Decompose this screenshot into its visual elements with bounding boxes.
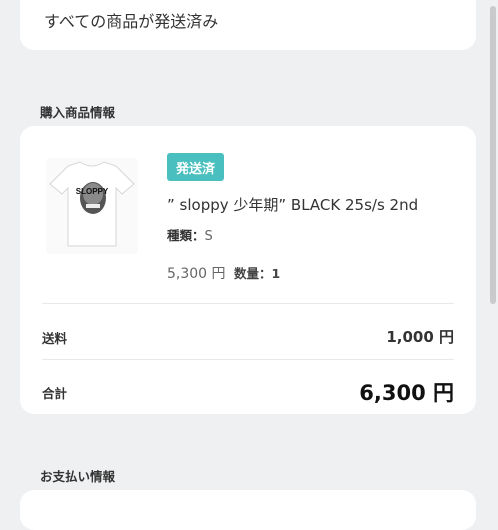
purchase-card: SLOPPY 発送済 ” sloppy 少年期” BLACK 25s/s 2nd… (20, 126, 476, 414)
product-thumbnail[interactable]: SLOPPY (46, 158, 138, 254)
divider (42, 303, 454, 304)
price-quantity: 5,300 円 数量：1 (167, 263, 280, 283)
unit-price: 5,300 円 (167, 266, 226, 282)
quantity: 数量：1 (233, 266, 281, 281)
total-label: 合計 (42, 386, 68, 401)
product-name[interactable]: ” sloppy 少年期” BLACK 25s/s 2nd (167, 194, 418, 215)
tshirt-image-icon: SLOPPY (49, 161, 135, 247)
variant-key: 種類： (167, 228, 205, 243)
variant-value: S (204, 229, 213, 244)
payment-card (20, 490, 476, 530)
purchase-info-heading: 購入商品情報 (40, 105, 116, 120)
shipping-fee-label: 送料 (42, 331, 68, 346)
status-card: すべての商品が発送済み (20, 0, 476, 50)
shipped-badge: 発送済 (167, 153, 224, 181)
thumbnail-print-text: SLOPPY (76, 187, 109, 196)
payment-info-heading: お支払い情報 (40, 469, 116, 484)
total-value: 6,300 円 (359, 381, 454, 405)
scrollbar-thumb[interactable] (490, 6, 496, 304)
divider (42, 359, 454, 360)
product-variant: 種類：S (167, 225, 213, 244)
shipping-fee-value: 1,000 円 (386, 328, 454, 346)
shipping-status-text: すべての商品が発送済み (44, 12, 219, 31)
